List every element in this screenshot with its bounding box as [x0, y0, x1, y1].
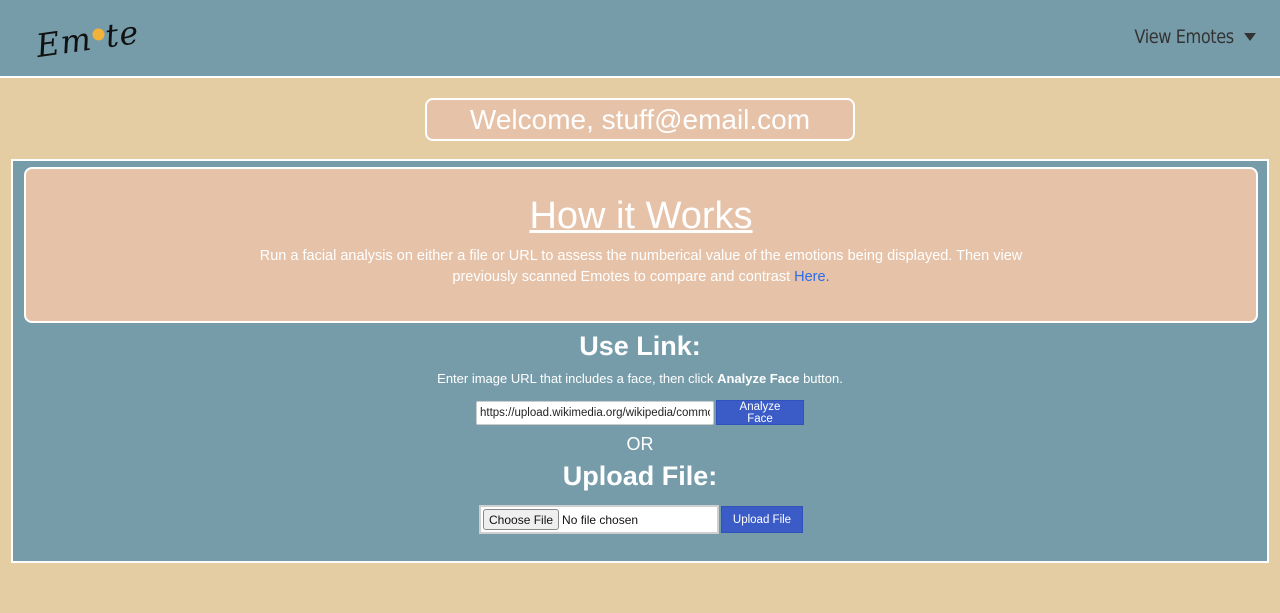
url-form: Analyze Face	[476, 400, 804, 425]
main-panel: How it Works Run a facial analysis on ei…	[11, 159, 1269, 563]
image-url-input[interactable]	[476, 400, 714, 425]
file-status-text: No file chosen	[562, 512, 639, 527]
upload-form: Choose File No file chosen Upload File	[479, 505, 803, 534]
view-emotes-label: View Emotes	[1134, 26, 1235, 48]
upload-file-button[interactable]: Upload File	[721, 506, 803, 533]
choose-file-button[interactable]: Choose File	[483, 509, 560, 530]
caret-down-icon	[1244, 33, 1256, 41]
use-link-instructions: Enter image URL that includes a face, th…	[13, 371, 1267, 386]
use-link-desc-prefix: Enter image URL that includes a face, th…	[437, 371, 714, 386]
logo-text-right: te	[102, 12, 142, 56]
view-emotes-dropdown[interactable]: View Emotes	[1135, 26, 1256, 48]
how-it-works-title: How it Works	[529, 195, 753, 237]
or-divider: OR	[626, 434, 654, 454]
upload-file-heading: Upload File:	[562, 461, 718, 491]
analyze-face-button[interactable]: Analyze Face	[716, 400, 804, 425]
how-it-works-description: Run a facial analysis on either a file o…	[251, 246, 1031, 288]
here-link[interactable]: Here.	[794, 269, 829, 285]
how-it-works-text: Run a facial analysis on either a file o…	[259, 248, 1023, 285]
how-it-works-card: How it Works Run a facial analysis on ei…	[24, 167, 1258, 323]
welcome-banner: Welcome, stuff@email.com	[425, 98, 855, 141]
logo-text-left: Em	[33, 19, 95, 66]
file-input[interactable]: Choose File No file chosen	[479, 505, 719, 534]
use-link-desc-bold: Analyze Face	[717, 371, 800, 386]
use-link-heading: Use Link:	[579, 331, 701, 361]
navbar: Em te View Emotes	[0, 0, 1280, 78]
emoji-face-icon	[91, 27, 105, 41]
emote-logo[interactable]: Em te	[34, 13, 142, 65]
use-link-desc-suffix: button.	[803, 371, 843, 386]
